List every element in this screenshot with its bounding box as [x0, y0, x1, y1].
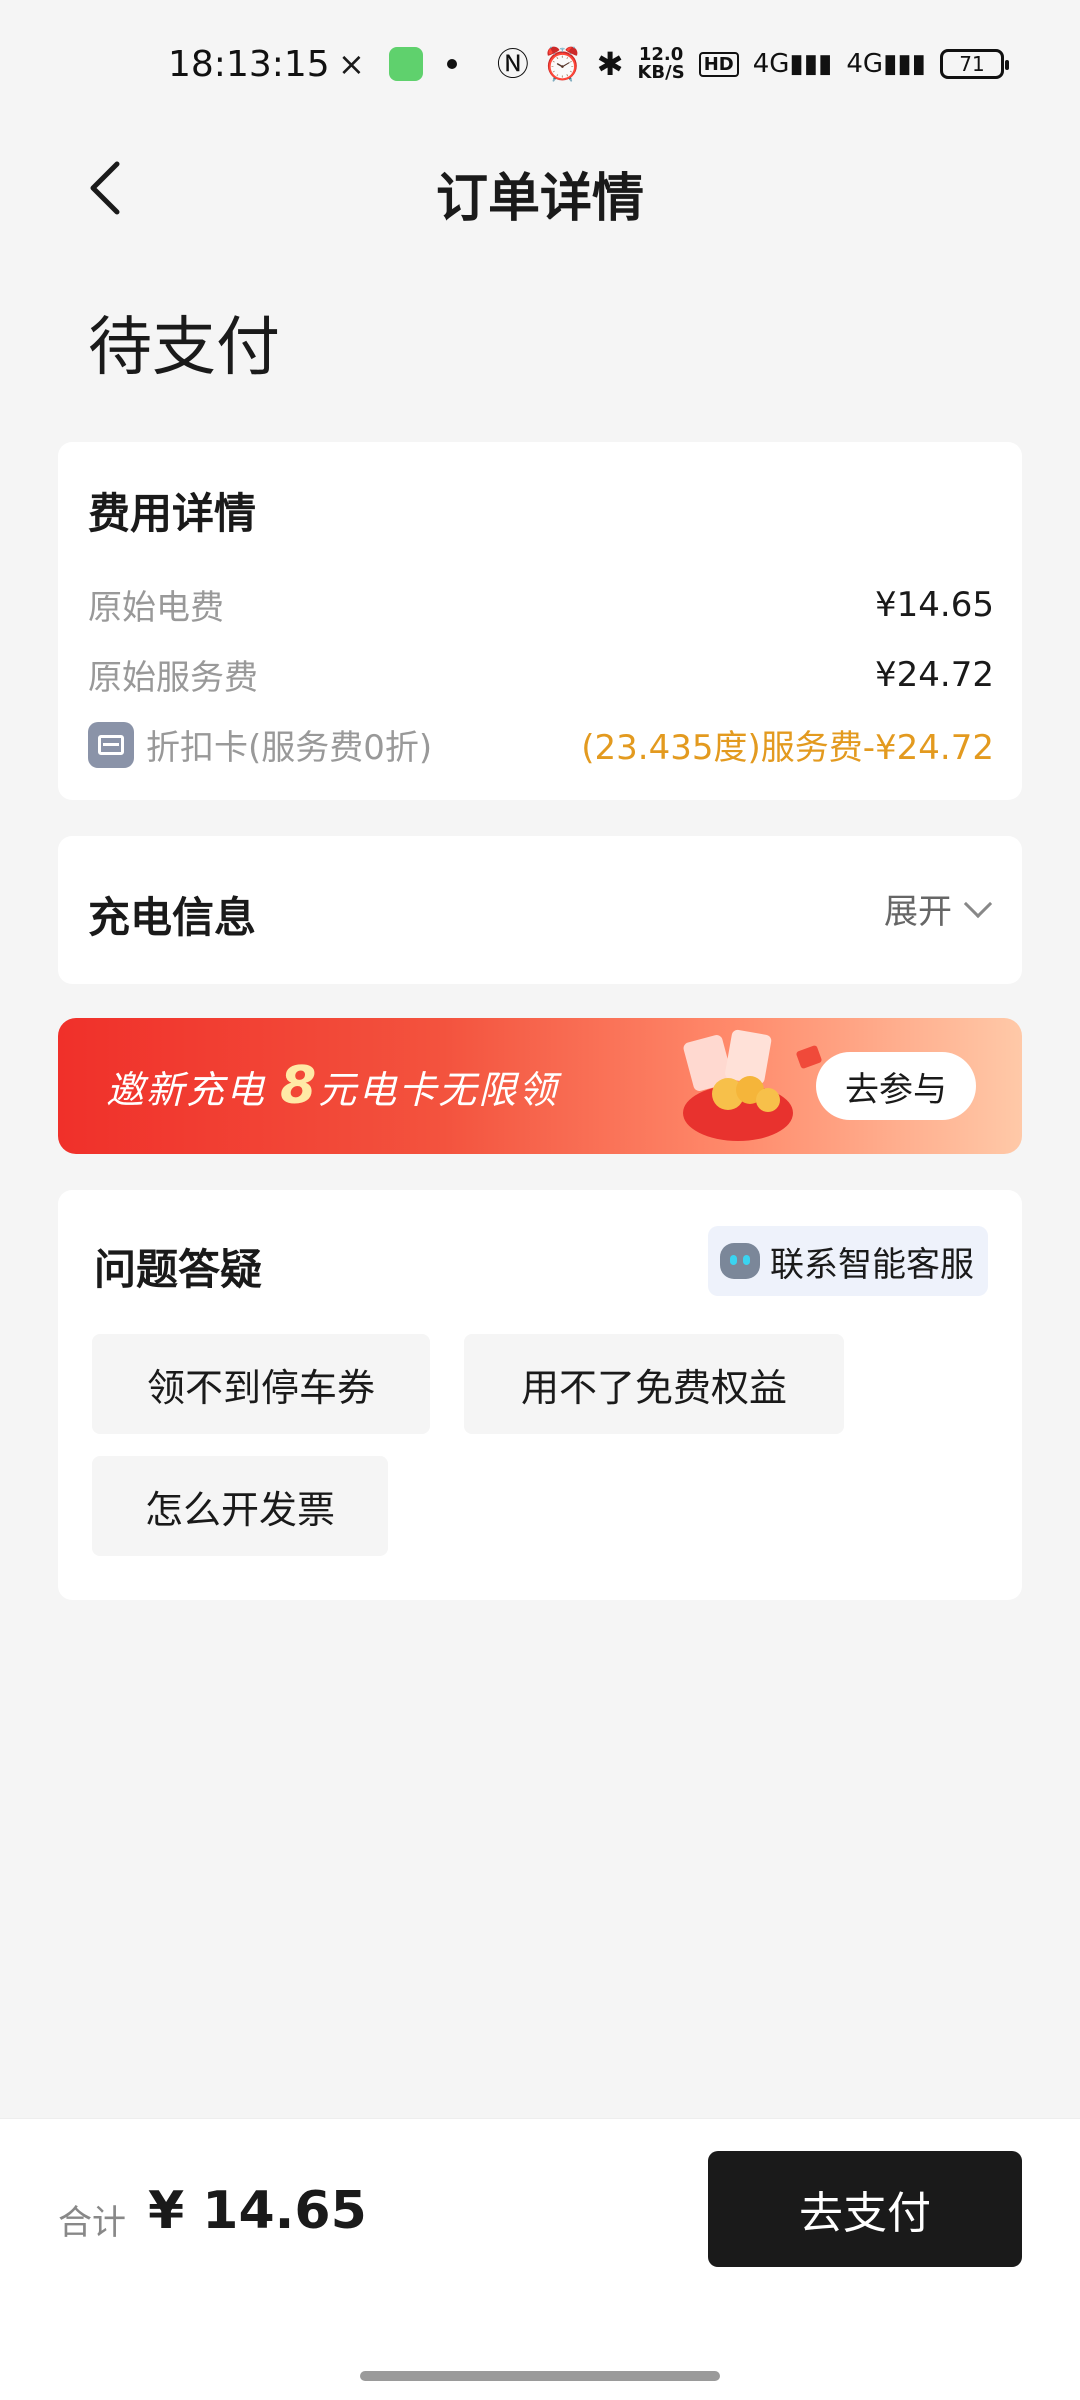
bluetooth-icon: ✱ — [596, 45, 624, 83]
page-title: 订单详情 — [435, 169, 644, 229]
status-notification-icons: ⨯ — [338, 44, 457, 84]
status-time: 18:13:15 — [168, 44, 330, 85]
fee-details-card: 费用详情 原始电费 ¥14.65 原始服务费 ¥24.72 折扣卡(服务费0折)… — [58, 442, 1022, 800]
signal-2: 4G▮▮▮ — [846, 49, 926, 79]
red-envelope-coins-icon — [683, 1029, 822, 1141]
fee-label: 原始服务费 — [88, 658, 258, 698]
fee-row-discount: 折扣卡(服务费0折) (23.435度)服务费-¥24.72 — [88, 720, 994, 769]
expand-label: 展开 — [884, 892, 952, 932]
discount-value: (23.435度)服务费-¥24.72 — [581, 728, 994, 768]
contact-support-label: 联系智能客服 — [770, 1244, 974, 1285]
expand-toggle[interactable]: 展开 — [884, 884, 993, 933]
bottom-bar: 合计 ¥ 14.65 去支付 — [0, 2118, 1080, 2400]
home-indicator[interactable] — [360, 2371, 720, 2381]
more-notifications-dot-icon — [446, 59, 457, 69]
network-speed: 12.0 KB/S — [637, 46, 684, 82]
robot-icon — [720, 1243, 760, 1279]
fee-label: 折扣卡(服务费0折) — [146, 728, 433, 768]
fee-value: ¥24.72 — [875, 654, 994, 695]
signal-bars-icon: ▮▮▮ — [789, 49, 833, 79]
pay-button[interactable]: 去支付 — [708, 2151, 1022, 2267]
fee-row-electricity: 原始电费 ¥14.65 — [88, 580, 994, 629]
contact-support-button[interactable]: 联系智能客服 — [708, 1226, 988, 1296]
bow-tie-icon: ⨯ — [338, 45, 365, 83]
faq-chip-invoice[interactable]: 怎么开发票 — [92, 1456, 388, 1556]
faq-card: 问题答疑 联系智能客服 领不到停车券 用不了免费权益 怎么开发票 — [58, 1190, 1022, 1600]
total-label: 合计 — [58, 2203, 126, 2243]
discount-label-group: 折扣卡(服务费0折) — [88, 720, 432, 769]
battery-level: 71 — [959, 52, 985, 76]
promo-text-suffix: 元电卡无限领 — [318, 1068, 559, 1112]
discount-card-icon — [88, 721, 134, 768]
join-button[interactable]: 去参与 — [816, 1052, 976, 1120]
status-bar: 18:13:15 ⨯ Ⓝ ⏰ ✱ 12.0 KB/S HD 4G▮▮▮ 4G▮▮… — [0, 0, 1080, 136]
hd-voice-badge: HD — [698, 51, 739, 77]
faq-chip-parking-coupon[interactable]: 领不到停车券 — [92, 1334, 430, 1434]
faq-chip-free-benefits[interactable]: 用不了免费权益 — [464, 1334, 844, 1434]
signal-2-label: 4G — [846, 49, 884, 79]
nav-bar: 订单详情 — [0, 136, 1080, 240]
fee-label: 原始电费 — [88, 588, 224, 628]
total-amount: ¥ 14.65 — [148, 2181, 367, 2241]
network-speed-unit: KB/S — [637, 62, 685, 83]
faq-title: 问题答疑 — [94, 1245, 263, 1294]
chevron-down-icon — [963, 889, 993, 918]
nfc-icon: Ⓝ — [496, 45, 529, 83]
order-status: 待支付 — [88, 311, 280, 385]
charge-info-title: 充电信息 — [88, 893, 257, 942]
promo-text: 邀新充电 8元电卡无限领 — [106, 1056, 558, 1116]
signal-bars-icon: ▮▮▮ — [883, 49, 926, 79]
message-app-icon — [388, 47, 423, 81]
battery-icon: 71 — [940, 49, 1009, 79]
promo-highlight-amount: 8 — [280, 1056, 319, 1116]
alarm-icon: ⏰ — [542, 45, 583, 83]
fee-details-title: 费用详情 — [88, 489, 257, 538]
fee-value: ¥14.65 — [875, 584, 994, 625]
charge-info-card: 充电信息 展开 — [58, 836, 1022, 984]
promo-text-prefix: 邀新充电 — [106, 1068, 267, 1112]
signal-1: 4G▮▮▮ — [753, 49, 833, 79]
status-system-icons: Ⓝ ⏰ ✱ 12.0 KB/S HD 4G▮▮▮ 4G▮▮▮ 71 — [496, 44, 1009, 84]
fee-row-service: 原始服务费 ¥24.72 — [88, 650, 994, 699]
signal-1-label: 4G — [752, 49, 790, 79]
promo-banner[interactable]: 邀新充电 8元电卡无限领 去参与 — [58, 1018, 1022, 1154]
